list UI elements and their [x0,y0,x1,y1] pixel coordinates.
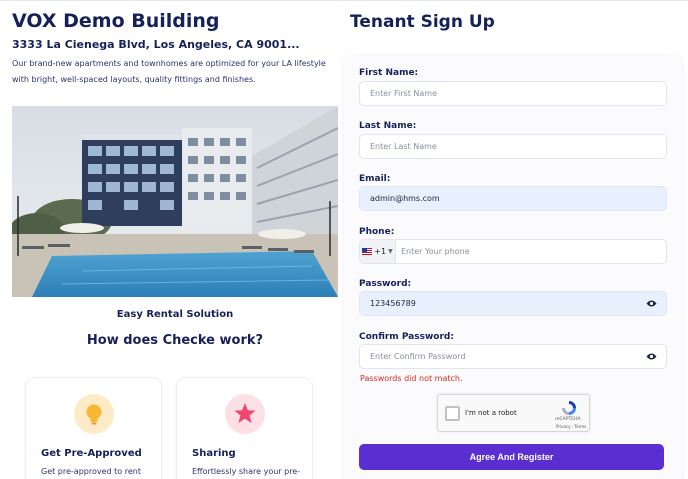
eye-icon[interactable] [646,299,657,310]
phone-field[interactable]: +1 ▼ Enter Your phone [359,239,667,264]
recaptcha-label: I'm not a robot [465,409,517,417]
phone-placeholder: Enter Your phone [401,247,470,256]
password-value: 123456789 [370,299,416,308]
feature-text: Get pre-approved to rent [41,467,141,476]
feature-card-sharing: Sharing Effortlessly share your pre- [176,377,313,479]
how-it-works-heading: How does Checke work? [86,333,264,348]
last-name-placeholder: Enter Last Name [370,142,437,151]
building-info: VOX Demo Building 3333 La Cienega Blvd, … [12,0,338,479]
last-name-field[interactable]: Enter Last Name [359,134,667,159]
first-name-field[interactable]: Enter First Name [359,81,667,106]
recaptcha-widget: I'm not a robot reCAPTCHA Privacy - Term… [437,394,590,432]
first-name-placeholder: Enter First Name [370,89,437,98]
building-photo [12,106,338,297]
eye-icon[interactable] [646,352,657,363]
feature-text: Effortlessly share your pre- [192,467,301,476]
tagline: Easy Rental Solution [116,309,234,320]
email-field[interactable]: admin@hms.com [359,186,667,211]
star-icon [225,394,265,434]
building-title: VOX Demo Building [12,10,220,32]
password-field[interactable]: 123456789 [359,291,667,316]
feature-title: Get Pre-Approved [41,448,142,459]
building-description: Our brand-new apartments and townhomes a… [12,59,326,84]
feature-card-pre-approved: Get Pre-Approved Get pre-approved to ren… [25,377,162,479]
phone-label: Phone: [359,227,395,237]
recaptcha-checkbox[interactable] [445,406,460,421]
first-name-label: First Name: [359,68,419,78]
last-name-label: Last Name: [359,121,417,131]
password-mismatch-error: Passwords did not match. [360,374,463,383]
building-address: 3333 La Cienega Blvd, Los Angeles, CA 90… [12,38,300,51]
lightbulb-icon [74,394,114,434]
feature-title: Sharing [192,448,236,459]
chevron-down-icon: ▼ [388,248,393,255]
recaptcha-brand: reCAPTCHA [555,417,581,422]
recaptcha-links[interactable]: Privacy - Terms [556,424,586,429]
email-label: Email: [359,174,391,184]
us-flag-icon [362,248,373,255]
country-code-selector[interactable]: +1 ▼ [360,240,396,263]
agree-and-register-button[interactable]: Agree And Register [359,444,664,470]
country-code: +1 [374,247,387,256]
confirm-password-field[interactable]: Enter Confirm Password [359,344,667,369]
email-value: admin@hms.com [370,194,440,203]
signup-title: Tenant Sign Up [350,12,495,32]
confirm-password-label: Confirm Password: [359,332,454,342]
confirm-password-placeholder: Enter Confirm Password [370,352,466,361]
password-label: Password: [359,279,412,289]
